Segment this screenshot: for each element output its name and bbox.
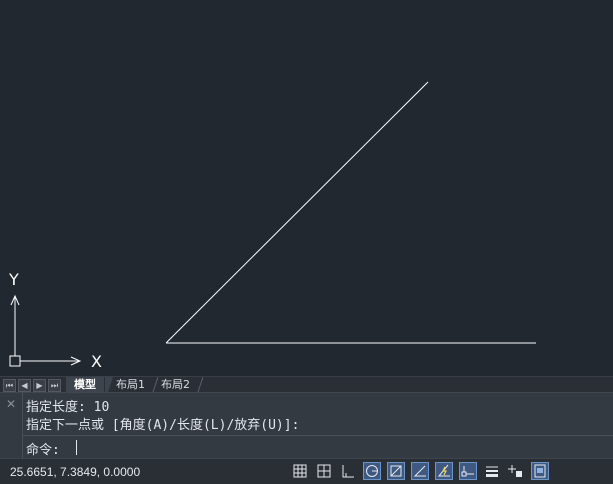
- ucs-y-label: Y: [9, 270, 19, 289]
- ucs-x-label: X: [91, 352, 102, 371]
- annotation-monitor-icon[interactable]: [531, 462, 549, 480]
- close-icon[interactable]: ✕: [6, 397, 16, 411]
- last-tab-icon[interactable]: ⏭: [48, 379, 61, 392]
- prev-tab-icon[interactable]: ◀: [18, 379, 31, 392]
- first-tab-icon[interactable]: ⏮: [3, 379, 16, 392]
- tab-divider: [197, 377, 203, 392]
- command-history: 指定长度: 10 指定下一点或 [角度(A)/长度(L)/放弃(U)]:: [22, 393, 613, 435]
- layout-tab-bar: ⏮ ◀ ▶ ⏭ 模型 布局1 布局2: [0, 376, 613, 393]
- next-tab-icon[interactable]: ▶: [33, 379, 46, 392]
- lineweight-icon[interactable]: [483, 462, 501, 480]
- polar-icon[interactable]: [363, 462, 381, 480]
- snap-grid-icon[interactable]: [315, 462, 333, 480]
- ucs-icon: [9, 294, 82, 367]
- command-window: ✕ 指定长度: 10 指定下一点或 [角度(A)/长度(L)/放弃(U)]: 命…: [0, 392, 613, 459]
- coordinate-readout: 25.6651, 7.3849, 0.0000: [10, 465, 141, 479]
- grid-icon[interactable]: [291, 462, 309, 480]
- command-input[interactable]: 命令:: [22, 435, 613, 459]
- tab-layout1[interactable]: 布局1: [108, 377, 153, 392]
- tab-model[interactable]: 模型: [66, 377, 104, 392]
- dynamic-ucs-icon[interactable]: [459, 462, 477, 480]
- ortho-icon[interactable]: [339, 462, 357, 480]
- otrack-icon[interactable]: [411, 462, 429, 480]
- status-bar: 25.6651, 7.3849, 0.0000: [0, 458, 613, 484]
- drawn-line-diagonal[interactable]: [165, 81, 429, 344]
- text-cursor: [76, 440, 77, 455]
- dynamic-input-icon[interactable]: [435, 462, 453, 480]
- osnap-icon[interactable]: [387, 462, 405, 480]
- drawing-canvas[interactable]: Y X: [0, 0, 613, 376]
- tab-layout2[interactable]: 布局2: [153, 377, 198, 392]
- selection-cycling-icon[interactable]: [507, 462, 525, 480]
- command-history-line: 指定长度: 10: [26, 400, 110, 415]
- canvas-svg: [9, 81, 536, 367]
- command-prompt: 命令:: [26, 443, 60, 458]
- command-history-line: 指定下一点或 [角度(A)/长度(L)/放弃(U)]:: [26, 418, 300, 433]
